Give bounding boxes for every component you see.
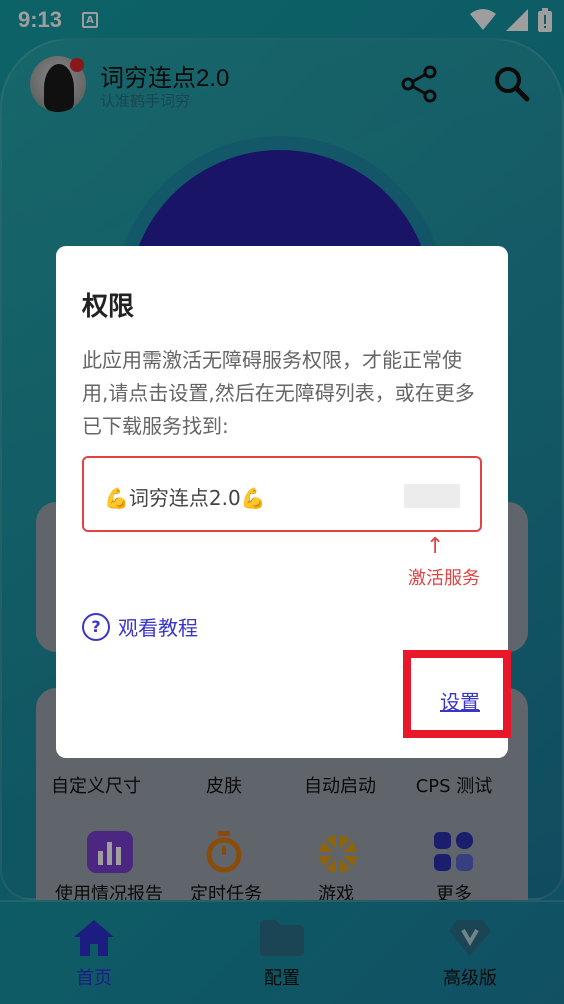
- watch-tutorial-link[interactable]: ? 观看教程: [82, 612, 198, 641]
- dialog-message: 此应用需激活无障碍服务权限，才能正常使用,请点击设置,然后在无障碍列表，或在更多…: [82, 348, 475, 438]
- settings-button[interactable]: 设置: [440, 686, 480, 715]
- watch-tutorial-label: 观看教程: [118, 616, 198, 640]
- service-toggle-placeholder: [404, 484, 460, 508]
- help-icon: ?: [82, 612, 110, 641]
- arrow-up-icon: ↑: [426, 534, 445, 559]
- permission-dialog: 权限 此应用需激活无障碍服务权限，才能正常使用,请点击设置,然后在无障碍列表，或…: [56, 246, 511, 758]
- dialog-title: 权限: [82, 292, 135, 322]
- service-name: 💪词穷连点2.0💪: [104, 486, 266, 510]
- activate-service-hint: 激活服务: [408, 568, 480, 589]
- service-list-example: 💪词穷连点2.0💪: [82, 456, 482, 532]
